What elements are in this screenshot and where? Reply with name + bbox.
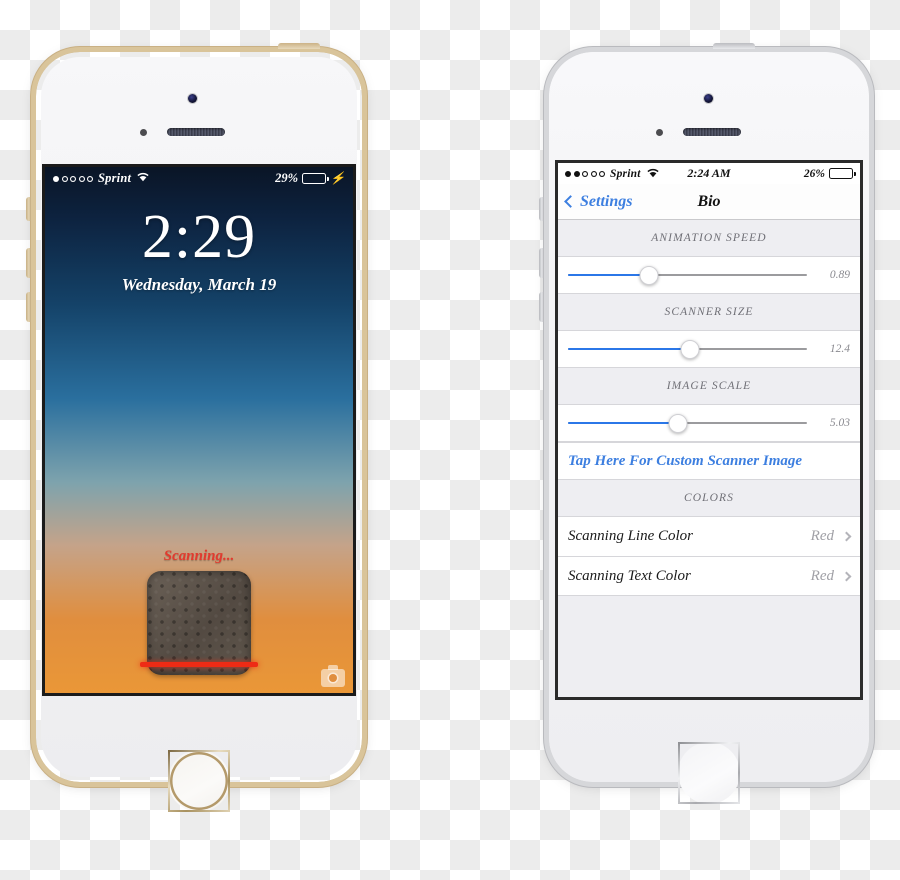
earpiece-speaker	[683, 128, 741, 136]
scanner-size-slider[interactable]	[568, 339, 807, 359]
animation-speed-row[interactable]: 0.89	[558, 256, 860, 294]
wifi-icon	[136, 171, 150, 186]
slider-track-fill	[568, 422, 678, 424]
lightning-bolt-icon: ⚡	[330, 171, 345, 185]
proximity-sensor	[140, 129, 147, 136]
signal-strength-dots	[565, 170, 605, 177]
image-scale-slider[interactable]	[568, 413, 807, 433]
settings-display: Sprint 2:24 AM 26% Settings Bio ANIMATIO…	[555, 160, 863, 700]
fingerprint-scanner-widget[interactable]: Scanning...	[45, 548, 353, 675]
signal-dot-1	[53, 175, 59, 182]
status-bar-right: 26%	[803, 167, 856, 180]
status-bar-right: 29% ⚡	[275, 171, 345, 186]
power-button[interactable]	[713, 43, 755, 49]
custom-scanner-image-label: Tap Here For Custom Scanner Image	[568, 452, 803, 469]
camera-icon[interactable]	[321, 665, 345, 687]
chevron-right-icon	[841, 531, 852, 542]
signal-dot-5	[87, 176, 93, 182]
carrier-label: Sprint	[610, 167, 641, 180]
volume-up-button[interactable]	[539, 248, 544, 278]
scanner-size-value: 12.4	[829, 343, 850, 355]
iphone-lockscreen-device: Sprint 29% ⚡ 2:29 Wednesday, March 19 Sc…	[26, 43, 362, 812]
volume-down-button[interactable]	[539, 292, 544, 322]
signal-dot-3	[70, 176, 76, 182]
scanning-line-color-label: Scanning Line Color	[568, 528, 694, 544]
scanning-text-color-row[interactable]: Scanning Text Color Red	[558, 556, 860, 596]
status-bar: Sprint 29% ⚡	[45, 167, 353, 190]
iphone-settings-device: Sprint 2:24 AM 26% Settings Bio ANIMATIO…	[539, 43, 869, 804]
signal-dot-2	[573, 170, 580, 177]
signal-dot-4	[591, 171, 597, 177]
back-button-label: Settings	[580, 192, 633, 210]
animation-speed-slider[interactable]	[568, 265, 807, 285]
settings-screen: Sprint 2:24 AM 26% Settings Bio ANIMATIO…	[558, 163, 860, 697]
slider-thumb[interactable]	[668, 413, 688, 433]
mute-switch[interactable]	[26, 197, 31, 221]
status-bar: Sprint 2:24 AM 26%	[558, 163, 860, 184]
image-scale-value: 5.03	[829, 417, 850, 429]
animation-speed-value: 0.89	[829, 269, 850, 281]
scanning-line-color-value: Red	[810, 528, 834, 544]
image-scale-row[interactable]: 5.03	[558, 404, 860, 442]
power-button[interactable]	[278, 43, 320, 49]
volume-up-button[interactable]	[26, 248, 31, 278]
canvas: Sprint 29% ⚡ 2:29 Wednesday, March 19 Sc…	[0, 0, 900, 880]
back-button[interactable]: Settings	[564, 192, 633, 211]
custom-scanner-image-row[interactable]: Tap Here For Custom Scanner Image	[558, 442, 860, 480]
front-camera	[188, 94, 197, 103]
mute-switch[interactable]	[539, 197, 544, 221]
battery-percent-label: 29%	[275, 171, 299, 185]
scanning-text-color-value: Red	[810, 567, 834, 584]
section-header-animation-speed: ANIMATION SPEED	[558, 220, 860, 256]
scanning-text-color-label: Scanning Text Color	[568, 567, 691, 584]
chevron-right-icon	[841, 571, 852, 581]
battery-icon	[829, 168, 856, 179]
lockscreen-display: Sprint 29% ⚡ 2:29 Wednesday, March 19 Sc…	[42, 164, 356, 696]
fingerprint-scanner-image[interactable]	[140, 571, 258, 675]
scanner-size-row[interactable]: 12.4	[558, 330, 860, 368]
section-header-scanner-size: SCANNER SIZE	[558, 294, 860, 330]
signal-dot-3	[582, 171, 588, 177]
battery-percent-label: 26%	[803, 167, 825, 180]
home-button[interactable]	[168, 750, 230, 812]
proximity-sensor	[656, 129, 663, 136]
scanning-line	[140, 662, 258, 667]
home-button[interactable]	[678, 742, 740, 804]
signal-dot-5	[599, 171, 605, 177]
chevron-left-icon	[564, 195, 577, 208]
navigation-bar: Settings Bio	[558, 184, 860, 220]
earpiece-speaker	[167, 128, 225, 136]
clock-date: Wednesday, March 19	[121, 275, 277, 294]
carrier-label: Sprint	[98, 171, 132, 185]
scanning-line-color-row[interactable]: Scanning Line Color Red	[558, 516, 860, 556]
scanning-status-text: Scanning...	[163, 548, 235, 564]
wifi-icon	[646, 167, 660, 181]
slider-thumb[interactable]	[639, 265, 659, 285]
signal-strength-dots	[53, 175, 93, 182]
signal-dot-1	[565, 170, 571, 177]
signal-dot-4	[79, 176, 85, 182]
slider-thumb[interactable]	[680, 339, 700, 359]
settings-table: ANIMATION SPEED 0.89 SCANNER SIZE 12.4 I…	[558, 220, 860, 697]
slider-track-fill	[568, 348, 690, 350]
section-header-image-scale: IMAGE SCALE	[558, 368, 860, 404]
signal-dot-2	[62, 176, 68, 182]
lockscreen-clock: 2:29 Wednesday, March 19	[45, 206, 353, 295]
section-header-colors: COLORS	[558, 480, 860, 516]
slider-track-fill	[568, 274, 650, 276]
lockscreen-wallpaper: Sprint 29% ⚡ 2:29 Wednesday, March 19 Sc…	[45, 167, 353, 693]
volume-down-button[interactable]	[26, 292, 31, 322]
clock-time: 2:29	[141, 203, 257, 271]
battery-icon	[302, 173, 329, 184]
front-camera	[704, 94, 713, 103]
